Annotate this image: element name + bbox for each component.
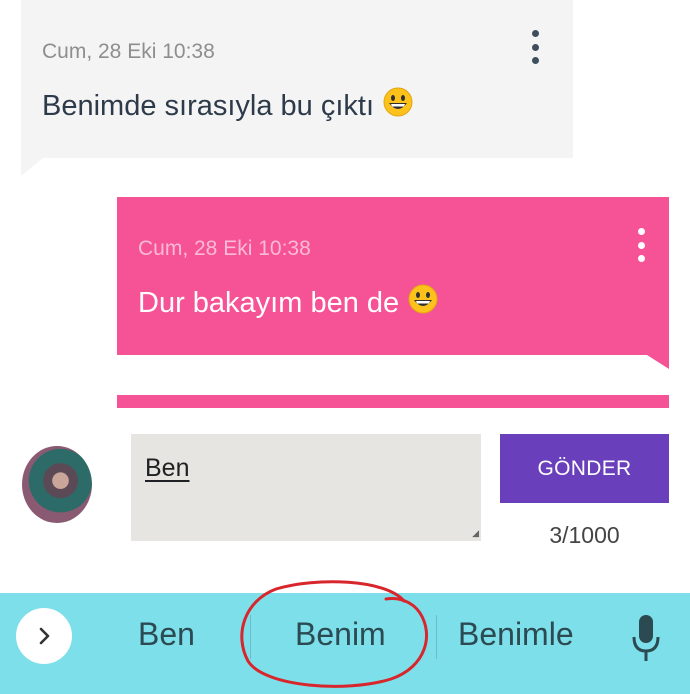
- received-bubble-tail: [21, 158, 43, 176]
- chevron-right-icon: [39, 627, 50, 645]
- microphone-icon[interactable]: [630, 613, 662, 665]
- message-timestamp: Cum, 28 Eki 10:38: [138, 237, 311, 260]
- grinning-face-emoji-icon: [408, 284, 438, 314]
- character-counter: 3/1000: [549, 522, 620, 548]
- message-text-row: Dur bakayım ben de: [138, 283, 439, 320]
- message-text: Dur bakayım ben de: [138, 287, 400, 319]
- message-input-value[interactable]: Ben: [145, 454, 189, 483]
- resize-handle-icon[interactable]: ◢: [472, 528, 479, 539]
- avatar[interactable]: [22, 446, 92, 523]
- message-text-row: Benimde sırasıyla bu çıktı: [42, 86, 414, 123]
- send-button[interactable]: GÖNDER: [500, 434, 669, 503]
- sent-bubble-tail: [647, 355, 669, 369]
- grinning-face-emoji-icon: [383, 87, 413, 117]
- suggestion-item[interactable]: Ben: [138, 616, 195, 653]
- suggestion-divider: [436, 615, 437, 659]
- message-text: Benimde sırasıyla bu çıktı: [42, 90, 375, 122]
- partial-sent-message-bubble: [117, 395, 669, 408]
- received-message-bubble: Cum, 28 Eki 10:38 Benimde sırasıyla bu ç…: [21, 0, 573, 158]
- more-options-icon[interactable]: [528, 30, 542, 64]
- message-timestamp: Cum, 28 Eki 10:38: [42, 40, 215, 63]
- more-options-icon[interactable]: [634, 228, 648, 262]
- sent-message-bubble: Cum, 28 Eki 10:38 Dur bakayım ben de: [117, 197, 669, 355]
- message-input[interactable]: Ben ◢: [131, 434, 481, 541]
- annotation-circle: [240, 580, 429, 688]
- expand-toolbar-button[interactable]: [16, 608, 72, 664]
- suggestion-item[interactable]: Benimle: [458, 616, 574, 653]
